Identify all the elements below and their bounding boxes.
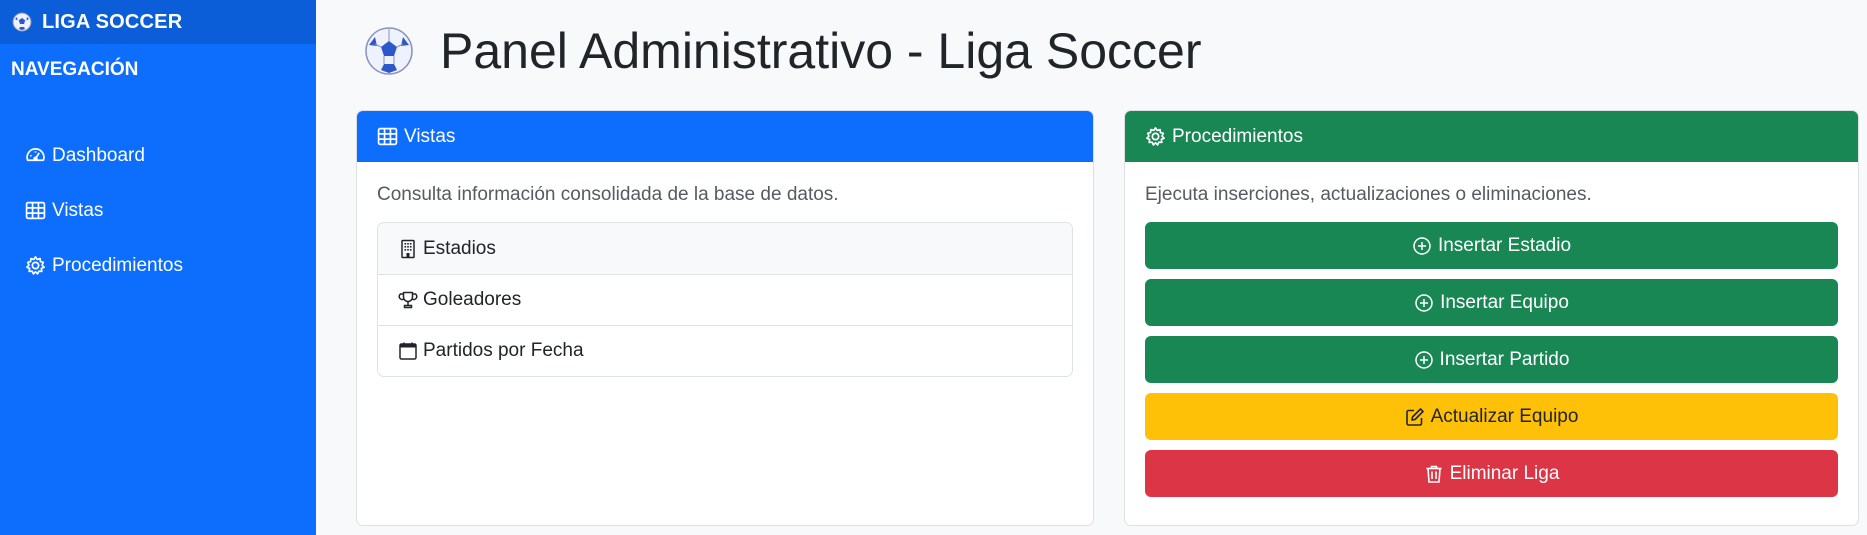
sidebar-item-dashboard[interactable]: Dashboard xyxy=(0,128,316,183)
pencil-square-icon xyxy=(1405,407,1424,426)
trophy-icon xyxy=(398,291,418,309)
vistas-description: Consulta información consolidada de la b… xyxy=(377,184,839,205)
sidebar-item-label: Vistas xyxy=(52,199,104,221)
vistas-card-title: Vistas xyxy=(404,125,456,147)
brand[interactable]: LIGA SOCCER xyxy=(0,0,316,44)
trash-icon xyxy=(1426,465,1442,483)
procedimientos-card: Procedimientos Ejecuta inserciones, actu… xyxy=(1124,110,1859,526)
sidebar-item-label: Dashboard xyxy=(52,144,145,166)
procedimientos-card-title: Procedimientos xyxy=(1172,125,1303,147)
button-label: Eliminar Liga xyxy=(1449,462,1560,484)
procedimientos-description: Ejecuta inserciones, actualizaciones o e… xyxy=(1145,184,1592,205)
gear-icon xyxy=(1146,127,1165,146)
vistas-card-body: Consulta información consolidada de la b… xyxy=(357,162,1093,377)
main-content: Panel Administrativo - Liga Soccer Vista… xyxy=(316,0,1867,535)
insertar-equipo-button[interactable]: Insertar Equipo xyxy=(1145,279,1838,326)
list-item-partidos-por-fecha[interactable]: Partidos por Fecha xyxy=(378,325,1072,376)
nav-list: Dashboard Vistas Procedimientos xyxy=(0,128,316,293)
page-title: Panel Administrativo - Liga Soccer xyxy=(364,20,1201,82)
plus-circle-icon xyxy=(1415,293,1433,312)
table-icon xyxy=(25,201,46,220)
building-icon xyxy=(401,239,415,258)
nav-heading: NAVEGACIÓN xyxy=(11,59,139,80)
list-item-label: Partidos por Fecha xyxy=(423,340,584,361)
button-label: Insertar Partido xyxy=(1439,348,1570,370)
procedimientos-card-header: Procedimientos xyxy=(1125,111,1858,162)
eliminar-liga-button[interactable]: Eliminar Liga xyxy=(1145,450,1838,497)
button-label: Insertar Estadio xyxy=(1437,234,1572,256)
insertar-partido-button[interactable]: Insertar Partido xyxy=(1145,336,1838,383)
list-item-label: Estadios xyxy=(423,237,496,259)
sidebar-item-procedimientos[interactable]: Procedimientos xyxy=(0,238,316,293)
insertar-estadio-button[interactable]: Insertar Estadio xyxy=(1145,222,1838,269)
vistas-list: Estadios Goleadores Partidos por Fecha xyxy=(377,222,1073,377)
list-item-label: Goleadores xyxy=(423,289,522,310)
soccer-ball-icon xyxy=(12,12,32,32)
actualizar-equipo-button[interactable]: Actualizar Equipo xyxy=(1145,393,1838,440)
sidebar: LIGA SOCCER NAVEGACIÓN Dashboard Vistas xyxy=(0,0,316,535)
page-title-text: Panel Administrativo - Liga Soccer xyxy=(440,23,1202,79)
calendar-icon xyxy=(399,342,417,360)
procedimientos-card-body: Ejecuta inserciones, actualizaciones o e… xyxy=(1125,162,1858,497)
button-label: Insertar Equipo xyxy=(1440,291,1569,313)
list-item-estadios[interactable]: Estadios xyxy=(378,223,1072,274)
sidebar-item-label: Procedimientos xyxy=(52,254,183,276)
plus-circle-icon xyxy=(1414,350,1433,369)
brand-label: LIGA SOCCER xyxy=(42,10,183,33)
vistas-card: Vistas Consulta información consolidada … xyxy=(356,110,1094,526)
plus-circle-icon xyxy=(1413,236,1431,255)
sidebar-item-vistas[interactable]: Vistas xyxy=(0,183,316,238)
button-label: Actualizar Equipo xyxy=(1430,405,1579,427)
list-item-goleadores[interactable]: Goleadores xyxy=(378,274,1072,325)
table-icon xyxy=(377,127,398,146)
vistas-card-header: Vistas xyxy=(357,111,1093,162)
speedometer-icon xyxy=(26,148,45,162)
gear-icon xyxy=(26,256,45,275)
soccer-ball-icon xyxy=(365,27,413,75)
